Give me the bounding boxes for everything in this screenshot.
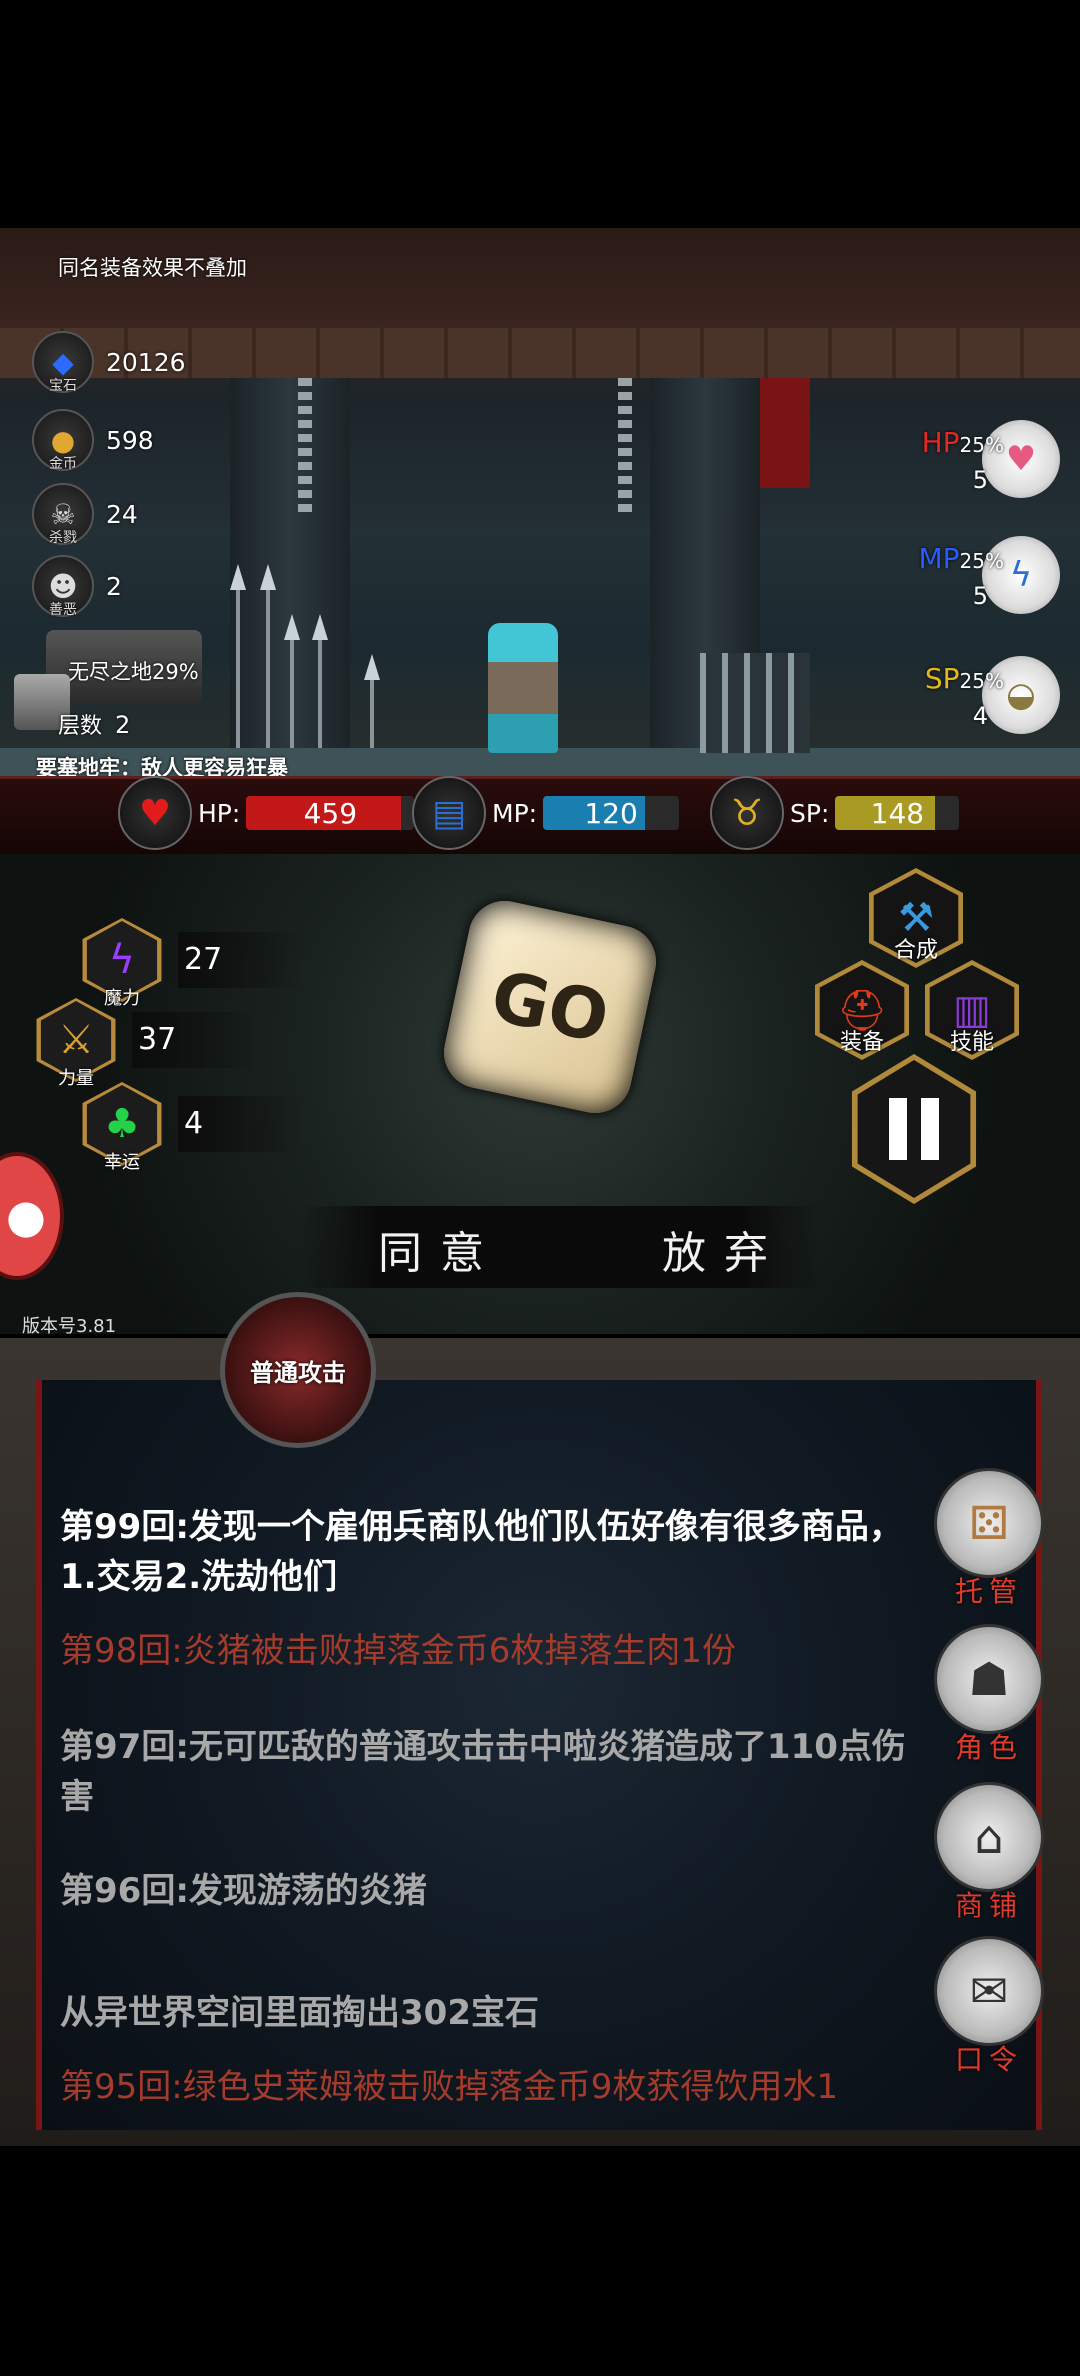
kills-value: 24 [106,499,138,529]
dice-icon: ⚄ [934,1468,1044,1578]
spike-pole [318,638,322,748]
spike-pole [266,588,270,748]
log-entry: 第97回:无可匹敌的普通攻击击中啦炎猪造成了110点伤害 [60,1727,906,1817]
attribute-strength: ⚔ 力量 37 [34,998,258,1089]
hp-bar: 459 [246,796,415,830]
gems-value: 20126 [106,347,186,377]
synthesize-button[interactable]: ⚒ 合成 [866,868,966,968]
gem-icon: ◆ 宝石 [32,331,94,394]
stat-kills: ☠ 杀戮 24 [32,482,138,546]
iron-cage [700,653,810,753]
person-icon: ● [5,1189,46,1243]
spike-pole [290,638,294,748]
spellbook-icon: ▤ [412,776,486,850]
equipment-notice: 同名装备效果不叠加 [58,256,247,280]
spike [364,654,380,680]
equipment-button[interactable]: ⛑ 装备 [812,960,912,1060]
luck-value: 4 [178,1096,304,1152]
skills-button[interactable]: ▥ 技能 [922,960,1022,1060]
scroll-icon: ✉ [934,1936,1044,2046]
log-entry: 第96回:发现游荡的炎猪 [60,1871,427,1911]
strength-value: 37 [132,1012,258,1068]
mp-potion[interactable]: ϟ MP25% 5 [919,536,1060,626]
magic-value: 27 [178,932,304,988]
spike [284,614,300,640]
spike [312,614,328,640]
attribute-luck: ♣ 幸运 4 [80,1082,304,1173]
log-entry: 从异世界空间里面掏出302宝石 [60,1993,539,2033]
stat-evil: ☻ 善恶 2 [32,554,122,618]
code-button[interactable]: ✉ 口令 [934,1936,1044,2076]
log-entry: 第98回:炎猪被击败掉落金币6枚掉落生肉1份 [60,1631,736,1671]
evil-value: 2 [106,571,122,601]
shop-button[interactable]: ⌂ 商铺 [934,1782,1044,1922]
normal-attack-button[interactable]: 普通攻击 [220,1292,376,1448]
chain [298,378,312,518]
log-entry: 第99回:发现一个雇佣兵商队他们队伍好像有很多商品，1.交易2.洗劫他们 [60,1507,903,1597]
shop-stall-icon: ⌂ [934,1782,1044,1892]
log-entry: 第95回:绿色史莱姆被击败掉落金币9枚获得饮用水1 [60,2067,838,2107]
agree-button[interactable]: 同意 [372,1216,508,1282]
muscle-icon: ♉ [710,776,784,850]
sp-potion[interactable]: ◒ SP25% 4 [925,656,1060,746]
hooded-figure-icon: ☗ [934,1624,1044,1734]
spike-pole [370,678,374,748]
character-button[interactable]: ☗ 角色 [934,1624,1044,1764]
spike [260,564,276,590]
auto-play-button[interactable]: ⚄ 托管 [934,1468,1044,1608]
sp-bar: 148 [835,796,960,830]
gold-coin-icon: ● 金币 [32,409,94,472]
hp-resource: ♥ HP: 459 [118,774,415,852]
stat-gems: ◆ 宝石 20126 [32,330,186,394]
version-label: 版本号3.81 [22,1316,117,1337]
sp-resource: ♉ SP: 148 [710,774,960,852]
attribute-magic: ϟ 魔力 27 [80,918,304,1009]
chain [618,378,632,518]
banner [760,378,810,488]
location-name: 无尽之地29% [68,660,199,684]
stat-gold: ● 金币 598 [32,408,154,472]
hp-potion[interactable]: ♥ HP25% 5 [922,420,1060,510]
go-dice-button[interactable]: GO [437,894,663,1120]
skull-icon: ☠ 杀戮 [32,483,94,546]
mask-icon: ☻ 善恶 [32,555,94,618]
gold-value: 598 [106,425,154,455]
pause-button[interactable] [848,1054,980,1204]
mp-resource: ▤ MP: 120 [412,774,680,852]
abandon-button[interactable]: 放弃 [656,1216,792,1282]
spike [230,564,246,590]
player-knight-sprite [488,623,558,753]
mp-bar: 120 [543,796,680,830]
spike-pole [236,588,240,748]
dungeon-scene [0,228,1080,788]
floor-indicator: 层数 2 [58,711,131,739]
heart-icon: ♥ [118,776,192,850]
